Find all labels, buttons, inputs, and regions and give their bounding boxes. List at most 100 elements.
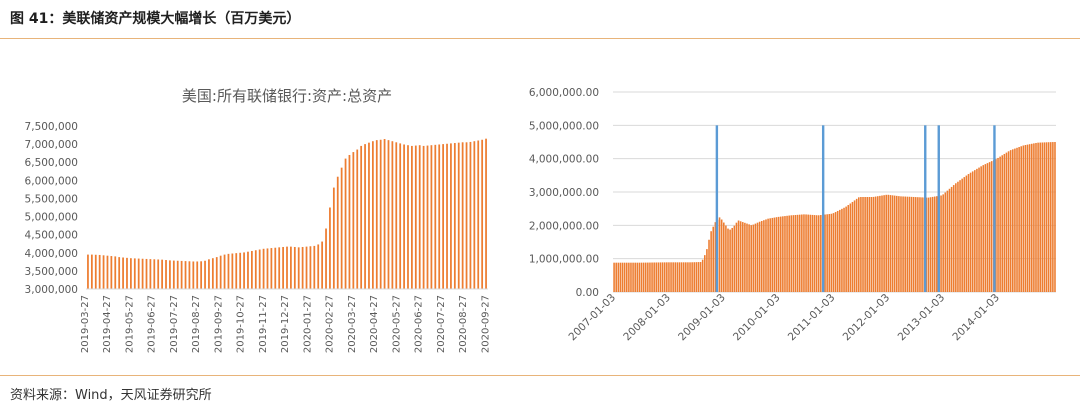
bar (849, 203, 852, 292)
bar (790, 215, 793, 292)
bar (906, 196, 909, 292)
bar (1005, 152, 1008, 292)
bar (803, 214, 805, 292)
bar (836, 210, 839, 292)
bar (1043, 142, 1046, 292)
bar (893, 195, 896, 292)
bar (727, 228, 729, 292)
bar (889, 195, 892, 292)
bar (830, 213, 833, 292)
bar (927, 197, 930, 292)
bar (832, 213, 835, 292)
bar (786, 215, 788, 292)
bar (914, 197, 917, 292)
bar (824, 214, 826, 292)
bar (666, 262, 668, 292)
bar (773, 217, 776, 292)
bar (851, 201, 854, 292)
bar (729, 229, 731, 292)
marker-bar (924, 125, 927, 292)
bar (997, 157, 999, 292)
bar (891, 195, 894, 292)
bar (860, 197, 862, 292)
bar (912, 196, 915, 292)
bar (642, 262, 645, 292)
bar (788, 215, 790, 292)
bar (807, 214, 809, 292)
bar (619, 262, 622, 292)
y-tick-label: 1,000,000.00 (529, 254, 599, 266)
bar (955, 183, 957, 292)
bar (813, 215, 816, 292)
bar (706, 249, 708, 292)
bar (617, 262, 620, 292)
bar (879, 195, 881, 292)
bar (876, 196, 879, 292)
bar (874, 196, 877, 292)
bar (695, 262, 698, 292)
bar (883, 195, 885, 292)
x-tick-label: 2013-01-03 (896, 292, 948, 344)
bar (712, 226, 715, 292)
bar (737, 220, 740, 292)
bar (744, 222, 746, 292)
bar (777, 216, 780, 292)
bar (613, 262, 615, 292)
bar (663, 262, 666, 292)
bar (847, 205, 850, 292)
bar (971, 171, 974, 292)
y-tick-label: 3,000,000.00 (529, 187, 599, 199)
bar (904, 196, 906, 292)
bar (1045, 142, 1048, 292)
bar (693, 262, 696, 292)
bar (760, 220, 763, 292)
bar (898, 196, 900, 292)
bar (769, 218, 771, 292)
bar (826, 214, 828, 292)
bar (1003, 153, 1006, 292)
bar (794, 214, 797, 292)
bar (980, 166, 982, 292)
bar (974, 170, 976, 292)
bar (1039, 142, 1041, 292)
bar (872, 196, 875, 292)
bar (779, 216, 782, 292)
bar (843, 207, 845, 292)
bar (820, 215, 822, 292)
bar (657, 262, 660, 292)
marker-bar (993, 125, 996, 292)
bar (1026, 144, 1029, 292)
bar (638, 262, 641, 292)
bar (1033, 143, 1035, 292)
bar (990, 161, 993, 292)
bar (636, 262, 639, 292)
bar (708, 239, 710, 292)
bar (765, 219, 767, 292)
bar (628, 262, 630, 292)
bar (720, 219, 723, 292)
bar (969, 172, 972, 292)
bar (815, 215, 818, 292)
bar (796, 214, 799, 292)
bar (670, 262, 672, 292)
bar (1030, 143, 1033, 292)
bar (801, 214, 803, 292)
marker-bar (937, 125, 940, 292)
bar (950, 186, 953, 292)
bar (748, 224, 750, 292)
bar (649, 262, 651, 292)
bar (868, 197, 871, 292)
bar (933, 196, 936, 292)
bar (741, 222, 744, 292)
x-tick-label: 2011-01-03 (786, 292, 838, 344)
bar (963, 177, 966, 292)
bar (782, 216, 784, 292)
marker-bar (821, 125, 825, 292)
bar (999, 156, 1001, 292)
bar (921, 197, 923, 292)
bar (855, 198, 858, 292)
bar (942, 194, 944, 292)
bar (978, 167, 980, 292)
bar (862, 197, 864, 292)
bar (957, 181, 959, 292)
